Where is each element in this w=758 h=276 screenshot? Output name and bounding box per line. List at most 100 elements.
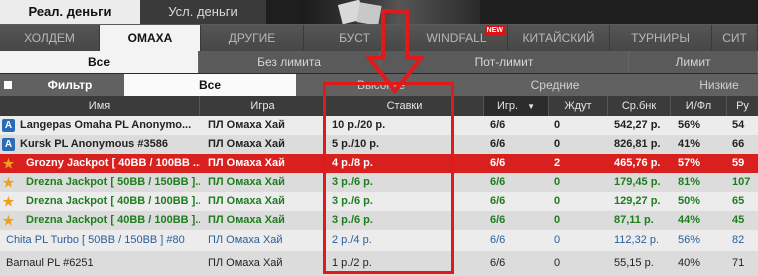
- table-players: 6/6: [490, 195, 506, 207]
- table-avg-pot: 179,45 р.: [614, 176, 661, 188]
- table-stakes: 4 р./8 р.: [332, 157, 373, 169]
- table-waiting: 0: [554, 257, 561, 269]
- table-avg-pot: 87,11 р.: [614, 214, 654, 226]
- filter-high-stakes[interactable]: Высокие: [296, 74, 466, 96]
- column-hands-per-hour[interactable]: Ру: [727, 96, 758, 116]
- table-stakes: 5 р./10 р.: [332, 138, 380, 150]
- column-game[interactable]: Игра: [200, 96, 326, 116]
- table-players: 6/6: [490, 138, 506, 150]
- table-avg-pot: 542,27 р.: [614, 119, 661, 131]
- table-name: Drezna Jackpot [ 40BB / 100BB ]...: [26, 195, 200, 207]
- table-hands: 66: [732, 138, 745, 150]
- table-flop: 50%: [678, 195, 701, 207]
- table-row[interactable]: A Kursk PL Anonymous #3586 ПЛ Омаха Хай …: [0, 135, 758, 154]
- table-row[interactable]: Chita PL Turbo [ 50BB / 150BB ] #80 ПЛ О…: [0, 230, 758, 251]
- table-hands: 82: [732, 234, 745, 246]
- table-game: ПЛ Омаха Хай: [208, 176, 285, 188]
- table-row-selected[interactable]: ★ Grozny Jackpot [ 40BB / 100BB ... ПЛ О…: [0, 154, 758, 173]
- tab-omaha[interactable]: ОМАХА: [100, 25, 201, 52]
- table-hands: 71: [732, 257, 745, 269]
- tab-holdem[interactable]: ХОЛДЕМ: [0, 25, 100, 52]
- playing-card-icon: [356, 2, 382, 26]
- table-waiting: 0: [554, 176, 561, 188]
- table-row[interactable]: ★ Drezna Jackpot [ 40BB / 100BB ]... ПЛ …: [0, 211, 758, 230]
- table-avg-pot: 465,76 р.: [614, 157, 661, 169]
- table-row[interactable]: A Langepas Omaha PL Anonymo... ПЛ Омаха …: [0, 116, 758, 135]
- filter-toggle-icon[interactable]: [4, 81, 12, 89]
- tab-pot-limit[interactable]: Пот-лимит: [380, 51, 629, 73]
- table-game: ПЛ Омаха Хай: [208, 214, 285, 226]
- table-stakes: 3 р./6 р.: [332, 176, 373, 188]
- sort-desc-icon: ▼: [527, 102, 536, 111]
- tab-boost[interactable]: БУСТ: [304, 25, 406, 52]
- table-players: 6/6: [490, 176, 506, 188]
- table-hands: 65: [732, 195, 745, 207]
- table-players: 6/6: [490, 257, 506, 269]
- table-stakes: 3 р./6 р.: [332, 195, 373, 207]
- table-header: Имя Игра Ставки Игр. ▼ Ждут Ср.бнк И/Фл …: [0, 96, 758, 116]
- tab-tournaments[interactable]: ТУРНИРЫ: [610, 25, 712, 52]
- table-row[interactable]: ★ Drezna Jackpot [ 40BB / 100BB ]... ПЛ …: [0, 192, 758, 211]
- jackpot-star-icon: ★: [2, 175, 15, 190]
- table-players: 6/6: [490, 214, 506, 226]
- column-waiting[interactable]: Ждут: [549, 96, 608, 116]
- table-game: ПЛ Омаха Хай: [208, 119, 285, 131]
- tab-fixed-limit[interactable]: Лимит: [629, 51, 758, 73]
- filter-all-stakes[interactable]: Все: [124, 74, 296, 96]
- tab-windfall[interactable]: WINDFALL NEW: [406, 25, 508, 52]
- new-badge: NEW: [484, 26, 505, 35]
- table-name: Grozny Jackpot [ 40BB / 100BB ...: [26, 157, 200, 169]
- table-game: ПЛ Омаха Хай: [208, 234, 283, 246]
- table-avg-pot: 55,15 р.: [614, 257, 654, 269]
- table-name: Kursk PL Anonymous #3586: [20, 138, 168, 150]
- table-avg-pot: 826,81 р.: [614, 138, 661, 150]
- table-name: Barnaul PL #6251: [6, 257, 94, 269]
- jackpot-star-icon: ★: [2, 213, 15, 228]
- table-flop: 81%: [678, 176, 701, 188]
- column-stakes[interactable]: Ставки: [326, 96, 484, 116]
- tab-windfall-label: WINDFALL: [426, 31, 487, 45]
- tab-sit-and-go[interactable]: СИТ: [712, 25, 758, 52]
- table-hands: 59: [732, 157, 745, 169]
- column-players-flop[interactable]: И/Фл: [671, 96, 727, 116]
- table-hands: 107: [732, 176, 751, 188]
- table-flop: 56%: [678, 119, 701, 131]
- table-waiting: 0: [554, 138, 561, 150]
- table-waiting: 0: [554, 214, 561, 226]
- money-type-tabs: Реал. деньги Усл. деньги: [0, 0, 758, 26]
- filter-button[interactable]: Фильтр: [18, 74, 122, 96]
- tab-real-money[interactable]: Реал. деньги: [0, 0, 140, 24]
- jackpot-star-icon: ★: [2, 194, 15, 209]
- jackpot-star-icon: ★: [2, 156, 15, 171]
- table-row[interactable]: ★ Drezna Jackpot [ 50BB / 150BB ]... ПЛ …: [0, 173, 758, 192]
- table-players: 6/6: [490, 234, 506, 246]
- table-stakes: 10 р./20 р.: [332, 119, 386, 131]
- tab-chinese[interactable]: КИТАЙСКИЙ: [508, 25, 610, 52]
- anonymous-table-icon: A: [2, 138, 15, 151]
- table-flop: 41%: [678, 138, 701, 150]
- table-waiting: 0: [554, 195, 561, 207]
- table-flop: 57%: [678, 157, 701, 169]
- limit-type-tabs: Все Без лимита Пот-лимит Лимит: [0, 51, 758, 73]
- column-players[interactable]: Игр. ▼: [484, 96, 549, 116]
- filter-medium-stakes[interactable]: Средние: [466, 74, 644, 96]
- table-flop: 56%: [678, 234, 701, 246]
- tab-other[interactable]: ДРУГИЕ: [201, 25, 304, 52]
- table-game: ПЛ Омаха Хай: [208, 257, 283, 269]
- table-avg-pot: 112,32 р.: [614, 234, 660, 246]
- table-stakes: 2 р./4 р.: [332, 234, 372, 246]
- table-stakes: 1 р./2 р.: [332, 257, 372, 269]
- table-name: Drezna Jackpot [ 50BB / 150BB ]...: [26, 176, 200, 188]
- table-hands: 45: [732, 214, 745, 226]
- tab-no-limit[interactable]: Без лимита: [199, 51, 380, 73]
- table-waiting: 0: [554, 234, 561, 246]
- tab-limit-all[interactable]: Все: [0, 51, 199, 73]
- table-stakes: 3 р./6 р.: [332, 214, 373, 226]
- table-row[interactable]: Barnaul PL #6251 ПЛ Омаха Хай 1 р./2 р. …: [0, 251, 758, 276]
- column-name[interactable]: Имя: [0, 96, 200, 116]
- tab-play-money[interactable]: Усл. деньги: [140, 0, 266, 24]
- stakes-filter-bar: Фильтр Все Высокие Средние Низкие: [0, 74, 758, 96]
- filter-low-stakes[interactable]: Низкие: [644, 74, 758, 96]
- column-avg-pot[interactable]: Ср.бнк: [608, 96, 671, 116]
- anonymous-table-icon: A: [2, 119, 15, 132]
